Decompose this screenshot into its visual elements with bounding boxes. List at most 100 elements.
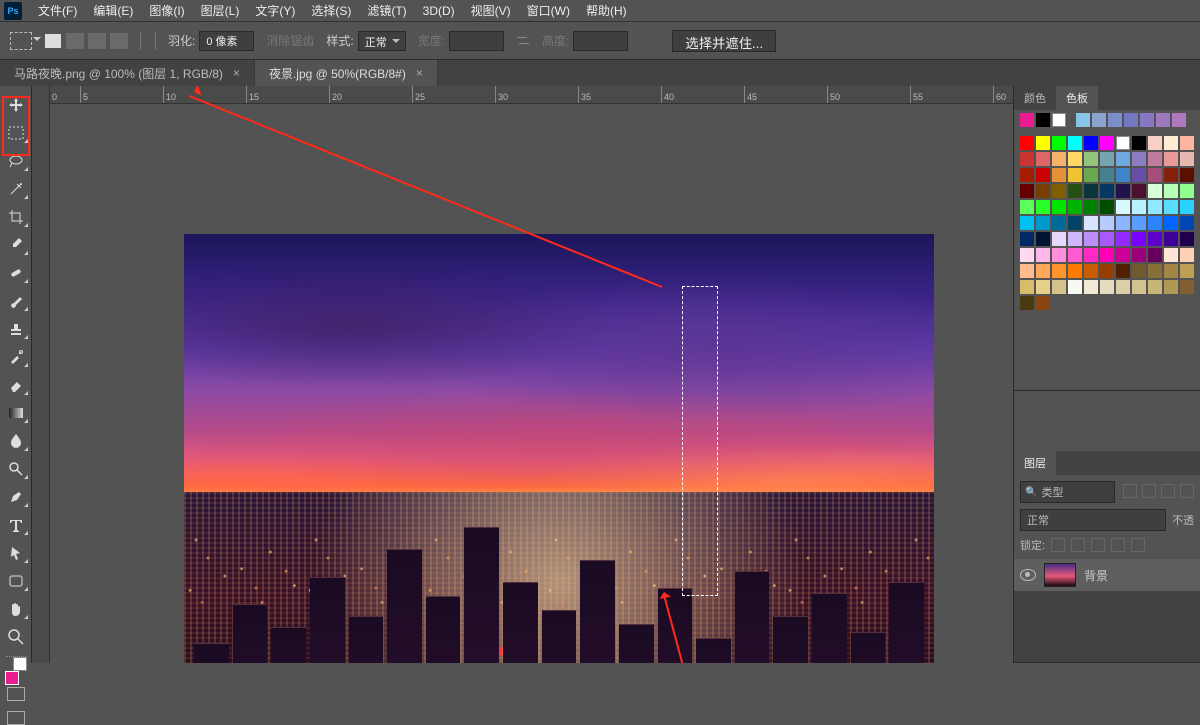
style-select[interactable]: 正常 <box>358 31 406 51</box>
swatch[interactable] <box>1020 280 1034 294</box>
swatch[interactable] <box>1020 264 1034 278</box>
swatch[interactable] <box>1116 232 1130 246</box>
selection-new-icon[interactable] <box>44 33 62 49</box>
swatch[interactable] <box>1164 184 1178 198</box>
swatch[interactable] <box>1100 152 1114 166</box>
canvas-area[interactable]: 0 5 10 15 20 25 30 35 40 45 50 55 60 <box>32 86 1013 663</box>
swatch[interactable] <box>1084 152 1098 166</box>
swatch[interactable] <box>1052 264 1066 278</box>
swatch[interactable] <box>1148 264 1162 278</box>
swatch[interactable] <box>1020 232 1034 246</box>
swatch[interactable] <box>1140 113 1154 127</box>
visibility-eye-icon[interactable] <box>1020 569 1036 581</box>
swatch[interactable] <box>1132 232 1146 246</box>
swatch[interactable] <box>1180 248 1194 262</box>
swatch[interactable] <box>1068 248 1082 262</box>
swatch[interactable] <box>1164 264 1178 278</box>
swatch[interactable] <box>1164 136 1178 150</box>
link-icon[interactable] <box>140 32 156 50</box>
swatch[interactable] <box>1084 136 1098 150</box>
layer-filter-kind[interactable]: 🔍 类型 <box>1020 481 1115 503</box>
swatch[interactable] <box>1116 248 1130 262</box>
swatch[interactable] <box>1148 200 1162 214</box>
swatch[interactable] <box>1100 280 1114 294</box>
swatches-tab[interactable]: 色板 <box>1056 86 1098 110</box>
menu-window[interactable]: 窗口(W) <box>519 0 578 21</box>
swatch[interactable] <box>1036 168 1050 182</box>
swatch[interactable] <box>1164 232 1178 246</box>
swatch[interactable] <box>1164 152 1178 166</box>
swatch[interactable] <box>1116 168 1130 182</box>
menu-filter[interactable]: 滤镜(T) <box>359 0 414 21</box>
swatch[interactable] <box>1180 200 1194 214</box>
move-tool-icon[interactable] <box>5 96 27 114</box>
swatch[interactable] <box>1084 248 1098 262</box>
layers-tab[interactable]: 图层 <box>1014 451 1056 475</box>
menu-type[interactable]: 文字(Y) <box>247 0 303 21</box>
swatch[interactable] <box>1132 136 1146 150</box>
swatch[interactable] <box>1132 152 1146 166</box>
swatch[interactable] <box>1084 280 1098 294</box>
swatch[interactable] <box>1052 280 1066 294</box>
swatch[interactable] <box>1036 248 1050 262</box>
swatch[interactable] <box>1100 136 1114 150</box>
swatch[interactable] <box>1164 216 1178 230</box>
background-color-swatch[interactable] <box>13 657 27 671</box>
swatch[interactable] <box>1068 136 1082 150</box>
swatch[interactable] <box>1036 113 1050 127</box>
feather-input[interactable] <box>199 31 254 51</box>
swatch[interactable] <box>1036 152 1050 166</box>
filter-type-icon[interactable] <box>1161 484 1175 498</box>
menu-select[interactable]: 选择(S) <box>303 0 359 21</box>
swatch[interactable] <box>1100 184 1114 198</box>
swatch[interactable] <box>1020 216 1034 230</box>
document-tab-1[interactable]: 马路夜晚.png @ 100% (图层 1, RGB/8) × <box>0 60 255 86</box>
swatch[interactable] <box>1084 216 1098 230</box>
swatch[interactable] <box>1068 232 1082 246</box>
foreground-color-swatch[interactable] <box>5 671 19 685</box>
lock-artboard-icon[interactable] <box>1111 538 1125 552</box>
zoom-tool-icon[interactable] <box>5 628 27 646</box>
swatch[interactable] <box>1180 184 1194 198</box>
swatch[interactable] <box>1100 200 1114 214</box>
swatch[interactable] <box>1116 152 1130 166</box>
swatch[interactable] <box>1052 200 1066 214</box>
screenmode-icon[interactable] <box>7 711 25 725</box>
swatch[interactable] <box>1052 232 1066 246</box>
selection-add-icon[interactable] <box>66 33 84 49</box>
swatch[interactable] <box>1020 113 1034 127</box>
swatch[interactable] <box>1124 113 1138 127</box>
swatch[interactable] <box>1100 264 1114 278</box>
swatch[interactable] <box>1036 184 1050 198</box>
swatch[interactable] <box>1068 152 1082 166</box>
swatch[interactable] <box>1068 168 1082 182</box>
swatch[interactable] <box>1036 200 1050 214</box>
swatch[interactable] <box>1084 168 1098 182</box>
swatch[interactable] <box>1132 216 1146 230</box>
swatch[interactable] <box>1180 136 1194 150</box>
swatch[interactable] <box>1084 232 1098 246</box>
menu-image[interactable]: 图像(I) <box>141 0 192 21</box>
swatch[interactable] <box>1148 152 1162 166</box>
layer-row[interactable]: 背景 <box>1014 559 1200 591</box>
swatch[interactable] <box>1132 200 1146 214</box>
swatch[interactable] <box>1020 296 1034 310</box>
swatch[interactable] <box>1116 264 1130 278</box>
color-tab[interactable]: 颜色 <box>1014 86 1056 110</box>
refine-edge-button[interactable]: 选择并遮住... <box>672 30 776 52</box>
menu-file[interactable]: 文件(F) <box>30 0 85 21</box>
swatch[interactable] <box>1148 248 1162 262</box>
lock-paint-icon[interactable] <box>1071 538 1085 552</box>
swatch[interactable] <box>1180 280 1194 294</box>
swatch[interactable] <box>1020 152 1034 166</box>
swatch[interactable] <box>1180 168 1194 182</box>
swatch[interactable] <box>1036 232 1050 246</box>
swatch[interactable] <box>1084 200 1098 214</box>
close-icon[interactable]: × <box>233 66 240 80</box>
menu-help[interactable]: 帮助(H) <box>578 0 635 21</box>
swatch[interactable] <box>1164 280 1178 294</box>
swatch[interactable] <box>1172 113 1186 127</box>
swatch[interactable] <box>1020 168 1034 182</box>
swatch[interactable] <box>1180 152 1194 166</box>
swatch[interactable] <box>1036 216 1050 230</box>
